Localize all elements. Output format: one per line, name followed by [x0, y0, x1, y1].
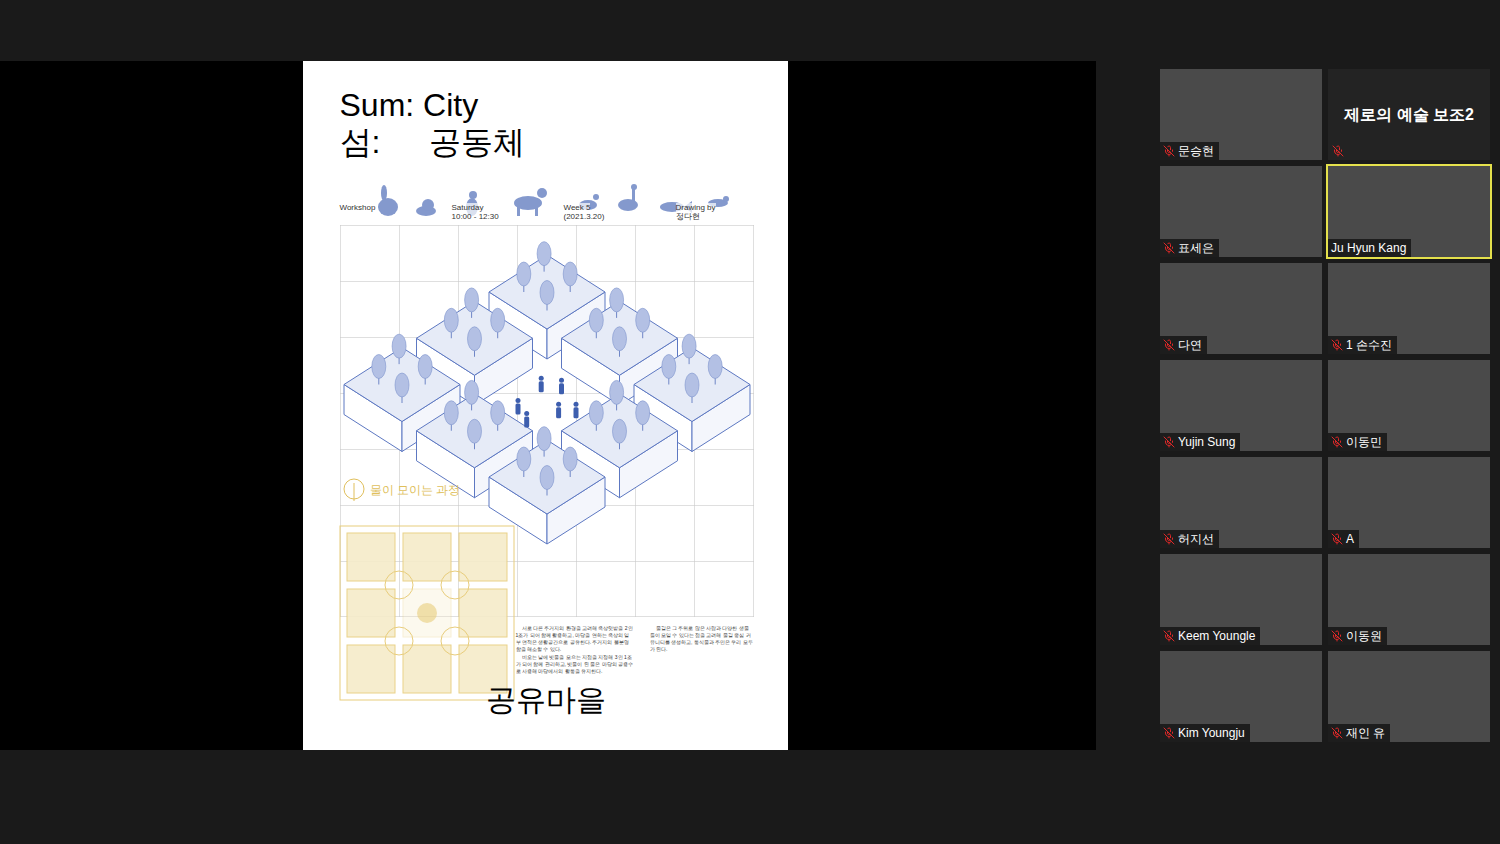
- participant-tile[interactable]: 제로의 예술 보조2: [1328, 69, 1490, 160]
- mic-off-icon: [1331, 339, 1343, 351]
- gallery-view: 문승현 제로의 예술 보조2 표세은 Ju Hyun Kang 다연 1 손수진 Yujin…: [1096, 0, 1490, 844]
- participant-tile[interactable]: Ju Hyun Kang: [1328, 166, 1490, 257]
- participant-name-label: Yujin Sung: [1160, 433, 1240, 451]
- mic-off-icon: [1163, 339, 1175, 351]
- header-item: Drawing by정다현: [676, 203, 788, 221]
- participant-name-label: 다연: [1160, 336, 1207, 354]
- participant-tile[interactable]: 재인 유: [1328, 651, 1490, 742]
- participant-tile[interactable]: Yujin Sung: [1160, 360, 1322, 451]
- mic-off-icon: [1331, 436, 1343, 448]
- participant-tile[interactable]: 다연: [1160, 263, 1322, 354]
- participant-name-label: A: [1328, 530, 1359, 548]
- participant-name-label: 허지선: [1160, 530, 1219, 548]
- participant-name-label: 1 손수진: [1328, 336, 1397, 354]
- participant-name-label: Keem Youngle: [1160, 627, 1260, 645]
- mic-off-icon: [1163, 727, 1175, 739]
- poster-title: Sum: City섬:공동체: [340, 87, 788, 161]
- participant-name-label: 표세은: [1160, 239, 1219, 257]
- participant-name-center: 제로의 예술 보조2: [1328, 69, 1490, 160]
- participant-tile[interactable]: 이동민: [1328, 360, 1490, 451]
- poster-header: WorkshopSaturday10:00 - 12:30Week 5(2021…: [340, 203, 788, 221]
- zoom-meeting-window: Sum: City섬:공동체 WorkshopSaturday10:00 - 12…: [0, 0, 1500, 844]
- participant-name-label: 문승현: [1160, 142, 1219, 160]
- participant-tile[interactable]: 표세은: [1160, 166, 1322, 257]
- participant-tile[interactable]: 이동원: [1328, 554, 1490, 645]
- mic-off-icon: [1331, 727, 1343, 739]
- caption: 물이 모이는 과정: [342, 477, 461, 503]
- mic-off-icon: [1163, 242, 1175, 254]
- mic-off-icon: [1331, 533, 1343, 545]
- screen-share-area: Sum: City섬:공동체 WorkshopSaturday10:00 - 12…: [0, 0, 1096, 844]
- participant-tile[interactable]: Keem Youngle: [1160, 554, 1322, 645]
- participant-tile[interactable]: A: [1328, 457, 1490, 548]
- poster-footer-title: 공유마을: [486, 681, 606, 719]
- header-item: Saturday10:00 - 12:30: [452, 203, 564, 221]
- participant-name-label: 이동민: [1328, 433, 1387, 451]
- participant-name-label: Kim Youngju: [1160, 724, 1250, 742]
- shared-poster: Sum: City섬:공동체 WorkshopSaturday10:00 - 12…: [303, 61, 788, 750]
- participant-name-label: Ju Hyun Kang: [1328, 239, 1411, 257]
- poster-body: 서로 다른 주거지의 환경을 고려해 옥상텃밭을 2인1조가 되어 함께 활용하…: [516, 625, 754, 675]
- mic-off-icon: [1332, 145, 1344, 157]
- lightbulb-icon: [342, 477, 366, 503]
- mic-off-icon: [1163, 436, 1175, 448]
- participant-tile[interactable]: 1 손수진: [1328, 263, 1490, 354]
- participant-tile[interactable]: Kim Youngju: [1160, 651, 1322, 742]
- mic-off-icon: [1163, 533, 1175, 545]
- participant-tile[interactable]: 허지선: [1160, 457, 1322, 548]
- water-plan-drawing: [339, 525, 515, 701]
- participant-name-label: 재인 유: [1328, 724, 1390, 742]
- header-item: Week 5(2021.3.20): [564, 203, 676, 221]
- isometric-village-drawing: [340, 225, 754, 617]
- participant-tile[interactable]: 문승현: [1160, 69, 1322, 160]
- mic-off-icon: [1331, 630, 1343, 642]
- participant-name-label: 이동원: [1328, 627, 1387, 645]
- mic-off-icon: [1163, 630, 1175, 642]
- mic-off-icon: [1163, 145, 1175, 157]
- header-item: Workshop: [340, 203, 452, 221]
